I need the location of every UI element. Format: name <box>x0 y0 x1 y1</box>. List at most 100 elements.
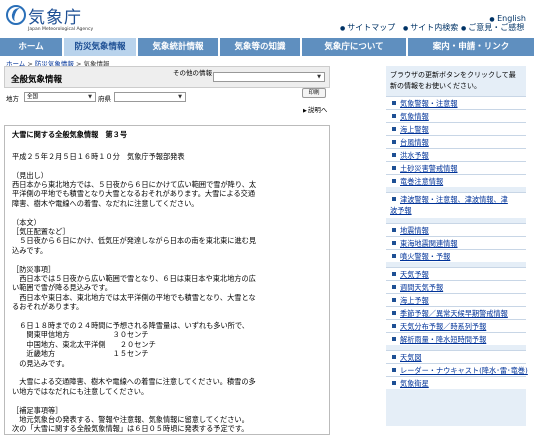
circle-arrow-icon: ● <box>489 16 495 23</box>
sidebar-link[interactable]: 津波警報・注意報、津波情報、津 波予報 <box>386 192 526 218</box>
bulletin-line: 関東甲信地方 ３０センチ <box>12 330 149 340</box>
bulletin-line: 平成２５年２月５日１６時１０分 気象庁予報部発表 <box>12 151 185 161</box>
circle-arrow-icon: ● <box>403 25 409 32</box>
arrow-right-icon: ▶ <box>303 108 307 114</box>
sidebar-link[interactable]: 天気図 <box>386 350 526 363</box>
region-select-value: 全国 <box>27 94 39 100</box>
circle-arrow-icon: ● <box>340 25 346 32</box>
global-nav: ホーム 防災気象情報 気象統計情報 気象等の知識 気象庁について 案内・申請・リ… <box>0 38 534 56</box>
prefecture-label: 府県 <box>98 95 111 103</box>
bulletin-line: い地方ではなだれにも注意してください。 <box>12 386 149 396</box>
square-bullet-icon <box>392 254 396 258</box>
sidebar-link[interactable]: 竜巻注意情報 <box>386 174 526 187</box>
sidebar-link-label: 台風情報 <box>400 138 429 147</box>
square-bullet-icon <box>392 228 396 232</box>
square-bullet-icon <box>392 368 396 372</box>
sidebar-link-label: 天気図 <box>400 353 422 362</box>
nav-tab-home[interactable]: ホーム <box>0 38 64 56</box>
sidebar-link[interactable]: 季節予報／異常天候早期警戒情報 <box>386 306 526 319</box>
square-bullet-icon <box>392 166 396 170</box>
region-label: 地方 <box>6 95 19 103</box>
bulletin-line: るおそれがあります。 <box>12 302 84 312</box>
sidebar-link[interactable]: 土砂災害警戒情報 <box>386 161 526 174</box>
sidebar-link[interactable]: 解析雨量・降水短時間予報 <box>386 332 526 345</box>
sidebar-link-label: 季節予報／異常天候早期警戒情報 <box>400 309 508 318</box>
sidebar-link-label: 天気分布予報／時系列予報 <box>400 322 487 331</box>
sidebar-link[interactable]: レーダー・ナウキャスト(降水･雷･竜巻) <box>386 363 528 376</box>
select-arrow-icon: ▼ <box>178 94 182 100</box>
explanation-link[interactable]: ▶説明へ <box>303 104 327 114</box>
bulletin-line: 地元気象台の発表する、警報や注意報、気象情報に留意してください。 <box>12 415 249 424</box>
other-info-label: その他の情報 <box>173 69 212 77</box>
square-bullet-icon <box>392 337 396 341</box>
sidebar-link-label: 海上警報 <box>400 125 429 134</box>
bulletin-line: 西日本では５日夜から広い範囲で雪となり、６日は東日本や東北地方の広 <box>12 274 256 283</box>
square-bullet-icon <box>392 114 396 118</box>
jma-logo-icon[interactable] <box>6 5 26 25</box>
sidebar-link-label: 天気予報 <box>400 270 429 279</box>
nav-tab-guide[interactable]: 案内・申請・リンク <box>408 38 534 56</box>
nav-tab-statistics[interactable]: 気象統計情報 <box>138 38 220 56</box>
sidebar-link-label: 地震情報 <box>400 226 429 235</box>
square-bullet-icon <box>392 381 396 385</box>
util-link-feedback[interactable]: ● ご意見・ご感想 <box>461 22 524 33</box>
bulletin-line: 障害、樹木や電線への着雪、なだれに注意してください。 <box>12 198 199 208</box>
util-link-search[interactable]: ● サイト内検索 <box>403 22 458 33</box>
sidebar-link-label: 週間天気予報 <box>400 283 444 292</box>
sidebar-link[interactable]: 海上警報 <box>386 122 526 135</box>
bulletin-text: 大雪に関する全般気象情報 第３号平成２５年２月５日１６時１０分 気象庁予報部発表… <box>4 125 330 435</box>
bulletin-line: 西日本から東北地方では、５日夜から６日にかけて広い範囲で雪が降り、太 <box>12 180 257 189</box>
bulletin-line: い範囲で雪が降る見込みです。 <box>12 283 112 293</box>
sidebar-link-label: 竜巻注意情報 <box>400 177 444 186</box>
sidebar-link-label: 噴火警報・予報 <box>400 252 451 261</box>
bulletin-line: ６日１８時までの２４時間に予想される降雪量は、いずれも多い所で、 <box>12 321 249 330</box>
sidebar-link[interactable]: 気象情報 <box>386 109 526 122</box>
nav-tab-disaster-info[interactable]: 防災気象情報 <box>64 38 138 56</box>
sidebar-link[interactable]: 海上予報 <box>386 293 526 306</box>
square-bullet-icon <box>392 324 396 328</box>
print-button[interactable]: 印刷 <box>302 88 326 98</box>
sidebar-link[interactable]: 週間天気予報 <box>386 280 526 293</box>
site-name[interactable]: 気象庁 <box>28 3 82 28</box>
sidebar-link[interactable]: 天気予報 <box>386 267 526 280</box>
sidebar-link[interactable]: 東海地震関連情報 <box>386 236 526 249</box>
explanation-link-label: 説明へ <box>307 106 328 114</box>
sidebar-link-label: 気象情報 <box>400 112 429 121</box>
bulletin-line: 中国地方、東北太平洋側 ２０センチ <box>12 339 156 349</box>
english-link-label: English <box>497 14 526 23</box>
site-subtitle: Japan Meteorological Agency <box>28 27 94 32</box>
region-select[interactable]: 全国 ▼ <box>24 92 96 102</box>
sidebar-link[interactable]: 噴火警報・予報 <box>386 249 526 262</box>
square-bullet-icon <box>392 197 396 201</box>
square-bullet-icon <box>392 241 396 245</box>
square-bullet-icon <box>392 153 396 157</box>
bulletin-title: 大雪に関する全般気象情報 第３号 <box>12 130 128 139</box>
sidebar-link-label: 洪水予報 <box>400 151 429 160</box>
circle-arrow-icon: ● <box>461 25 467 32</box>
bulletin-line: （見出し） <box>12 170 48 180</box>
sidebar-link[interactable]: 気象衛星 <box>386 376 526 389</box>
sidebar-intro: ブラウザの更新ボタンをクリックして最新の情報をお使いください。 <box>390 71 516 90</box>
square-bullet-icon <box>392 355 396 359</box>
nav-tab-about[interactable]: 気象庁について <box>302 38 408 56</box>
square-bullet-icon <box>392 127 396 131</box>
sidebar-link[interactable]: 地震情報 <box>386 223 526 236</box>
sidebar-link-label: 土砂災害警戒情報 <box>400 164 458 173</box>
sidebar-link[interactable]: 気象警報・注意報 <box>386 96 526 109</box>
bulletin-line: の見込みです。 <box>12 358 69 368</box>
square-bullet-icon <box>392 179 396 183</box>
square-bullet-icon <box>392 311 396 315</box>
sidebar-link[interactable]: 天気分布予報／時系列予報 <box>386 319 526 332</box>
square-bullet-icon <box>392 272 396 276</box>
nav-tab-knowledge[interactable]: 気象等の知識 <box>220 38 302 56</box>
sidebar-link-label: 波予報 <box>390 206 412 215</box>
select-arrow-icon: ▼ <box>317 74 321 80</box>
english-link[interactable]: ● English <box>489 14 526 23</box>
other-info-select[interactable]: ▼ <box>213 72 325 82</box>
bulletin-line: 西日本や東日本、東北地方では太平洋側の平地でも積雪となり、大雪とな <box>12 292 256 302</box>
util-link-sitemap[interactable]: ● サイトマップ <box>340 22 395 33</box>
sidebar-link[interactable]: 洪水予報 <box>386 148 526 161</box>
sidebar: ブラウザの更新ボタンをクリックして最新の情報をお使いください。 気象警報・注意報… <box>386 66 528 426</box>
sidebar-link[interactable]: 台風情報 <box>386 135 526 148</box>
prefecture-select[interactable]: ▼ <box>114 92 186 102</box>
